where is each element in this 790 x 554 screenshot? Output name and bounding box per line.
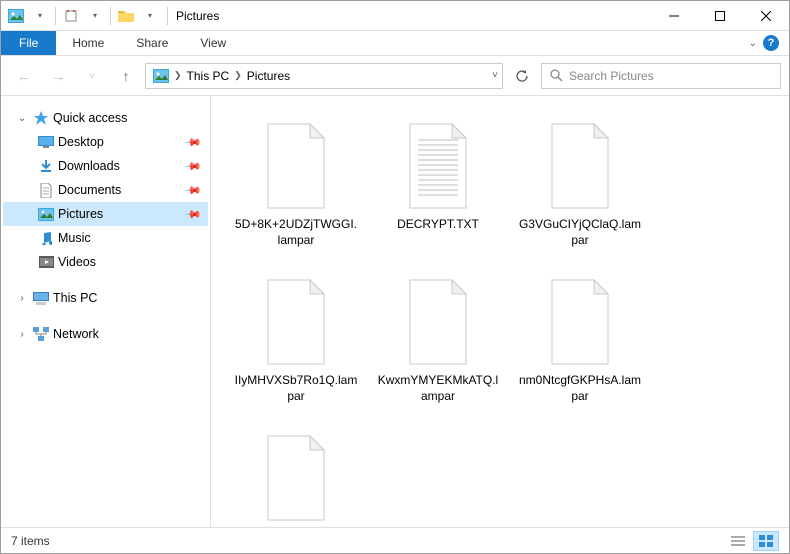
file-item[interactable]: IIyMHVXSb7Ro1Q.lampar — [231, 272, 361, 422]
sidebar-item-documents[interactable]: Documents 📌 — [3, 178, 208, 202]
forward-button[interactable]: → — [43, 62, 73, 90]
file-item[interactable]: KwxmYMYEKMkATQ.lampar — [373, 272, 503, 422]
file-item[interactable]: sOc2wFG36u9lvA.lampar — [231, 428, 361, 527]
dropdown-icon[interactable]: ▾ — [29, 5, 51, 27]
item-count: 7 items — [11, 534, 50, 548]
blank-file-icon — [542, 276, 618, 368]
pin-icon: 📌 — [184, 205, 203, 224]
file-tab[interactable]: File — [1, 31, 56, 55]
file-item[interactable]: 5D+8K+2UDZjTWGGI.lampar — [231, 116, 361, 266]
file-name: G3VGuCIYjQClaQ.lampar — [518, 216, 642, 248]
downloads-icon — [37, 158, 55, 174]
pictures-icon — [37, 206, 55, 222]
ribbon: File Home Share View ⌄ ? — [1, 31, 789, 56]
search-input[interactable]: Search Pictures — [541, 63, 781, 89]
sidebar-item-desktop[interactable]: Desktop 📌 — [3, 130, 208, 154]
sidebar-item-videos[interactable]: Videos — [3, 250, 208, 274]
maximize-button[interactable] — [697, 1, 743, 31]
file-item[interactable]: DECRYPT.TXT — [373, 116, 503, 266]
sidebar-item-downloads[interactable]: Downloads 📌 — [3, 154, 208, 178]
breadcrumb-current[interactable]: Pictures — [244, 69, 293, 83]
pictures-icon — [5, 5, 27, 27]
folder-icon — [115, 5, 137, 27]
file-list[interactable]: 5D+8K+2UDZjTWGGI.lampar DECRYPT.TXT G3VGuC… — [211, 96, 789, 527]
address-bar: ← → ˅ ↑ ❯ This PC ❯ Pictures ˅ Search Pi… — [1, 56, 789, 96]
tab-view[interactable]: View — [184, 31, 242, 55]
blank-file-icon — [258, 276, 334, 368]
search-placeholder: Search Pictures — [569, 69, 654, 83]
sidebar-this-pc[interactable]: › This PC — [3, 286, 208, 310]
tab-home[interactable]: Home — [56, 31, 120, 55]
file-name: nm0NtcgfGKPHsA.lampar — [518, 372, 642, 404]
blank-file-icon — [542, 120, 618, 212]
body: ⌄ Quick access Desktop 📌 Downloads 📌 Doc… — [1, 96, 789, 527]
chevron-right-icon[interactable]: › — [15, 329, 29, 340]
search-icon — [550, 69, 563, 82]
window-title: Pictures — [176, 9, 219, 23]
refresh-button[interactable] — [507, 62, 537, 90]
ribbon-expand-icon[interactable]: ⌄ — [749, 38, 757, 49]
chevron-right-icon[interactable]: › — [15, 293, 29, 304]
recent-locations-icon[interactable]: ˅ — [77, 62, 107, 90]
star-icon — [32, 110, 50, 126]
sidebar-quick-access[interactable]: ⌄ Quick access — [3, 106, 208, 130]
blank-file-icon — [258, 120, 334, 212]
overflow-icon[interactable]: ▾ — [139, 5, 161, 27]
pin-icon: 📌 — [184, 157, 203, 176]
dropdown-icon[interactable]: ▾ — [84, 5, 106, 27]
chevron-down-icon[interactable]: ⌄ — [15, 113, 29, 124]
statusbar: 7 items — [1, 527, 789, 553]
network-icon — [32, 326, 50, 342]
music-icon — [37, 230, 55, 246]
titlebar: ▾ ▾ ▾ Pictures — [1, 1, 789, 31]
view-thumbnails-button[interactable] — [753, 531, 779, 551]
file-item[interactable]: G3VGuCIYjQClaQ.lampar — [515, 116, 645, 266]
pin-icon: 📌 — [184, 133, 203, 152]
desktop-icon — [37, 134, 55, 150]
blank-file-icon — [400, 276, 476, 368]
chevron-right-icon[interactable]: ❯ — [232, 70, 244, 81]
text-file-icon — [400, 120, 476, 212]
blank-file-icon — [258, 432, 334, 524]
computer-icon — [32, 290, 50, 306]
chevron-right-icon[interactable]: ❯ — [172, 70, 184, 81]
back-button[interactable]: ← — [9, 62, 39, 90]
pin-icon: 📌 — [184, 181, 203, 200]
quick-access-toolbar: ▾ ▾ ▾ — [1, 5, 165, 27]
address-dropdown-icon[interactable]: ˅ — [492, 70, 498, 81]
breadcrumb-root[interactable]: This PC — [184, 69, 233, 83]
view-details-button[interactable] — [725, 531, 751, 551]
sidebar-item-music[interactable]: Music — [3, 226, 208, 250]
tab-share[interactable]: Share — [120, 31, 184, 55]
file-name: KwxmYMYEKMkATQ.lampar — [376, 372, 500, 404]
sidebar-network[interactable]: › Network — [3, 322, 208, 346]
address-box[interactable]: ❯ This PC ❯ Pictures ˅ — [145, 63, 503, 89]
up-button[interactable]: ↑ — [111, 62, 141, 90]
navigation-pane: ⌄ Quick access Desktop 📌 Downloads 📌 Doc… — [1, 96, 211, 527]
file-name: DECRYPT.TXT — [397, 216, 479, 232]
documents-icon — [37, 182, 55, 198]
sidebar-item-pictures[interactable]: Pictures 📌 — [3, 202, 208, 226]
file-item[interactable]: nm0NtcgfGKPHsA.lampar — [515, 272, 645, 422]
close-button[interactable] — [743, 1, 789, 31]
help-icon[interactable]: ? — [763, 35, 779, 51]
pictures-icon — [150, 65, 172, 87]
properties-icon[interactable] — [60, 5, 82, 27]
videos-icon — [37, 254, 55, 270]
explorer-window: ▾ ▾ ▾ Pictures File Home Share View ⌄ ? — [0, 0, 790, 554]
minimize-button[interactable] — [651, 1, 697, 31]
file-name: IIyMHVXSb7Ro1Q.lampar — [234, 372, 358, 404]
file-name: 5D+8K+2UDZjTWGGI.lampar — [234, 216, 358, 248]
